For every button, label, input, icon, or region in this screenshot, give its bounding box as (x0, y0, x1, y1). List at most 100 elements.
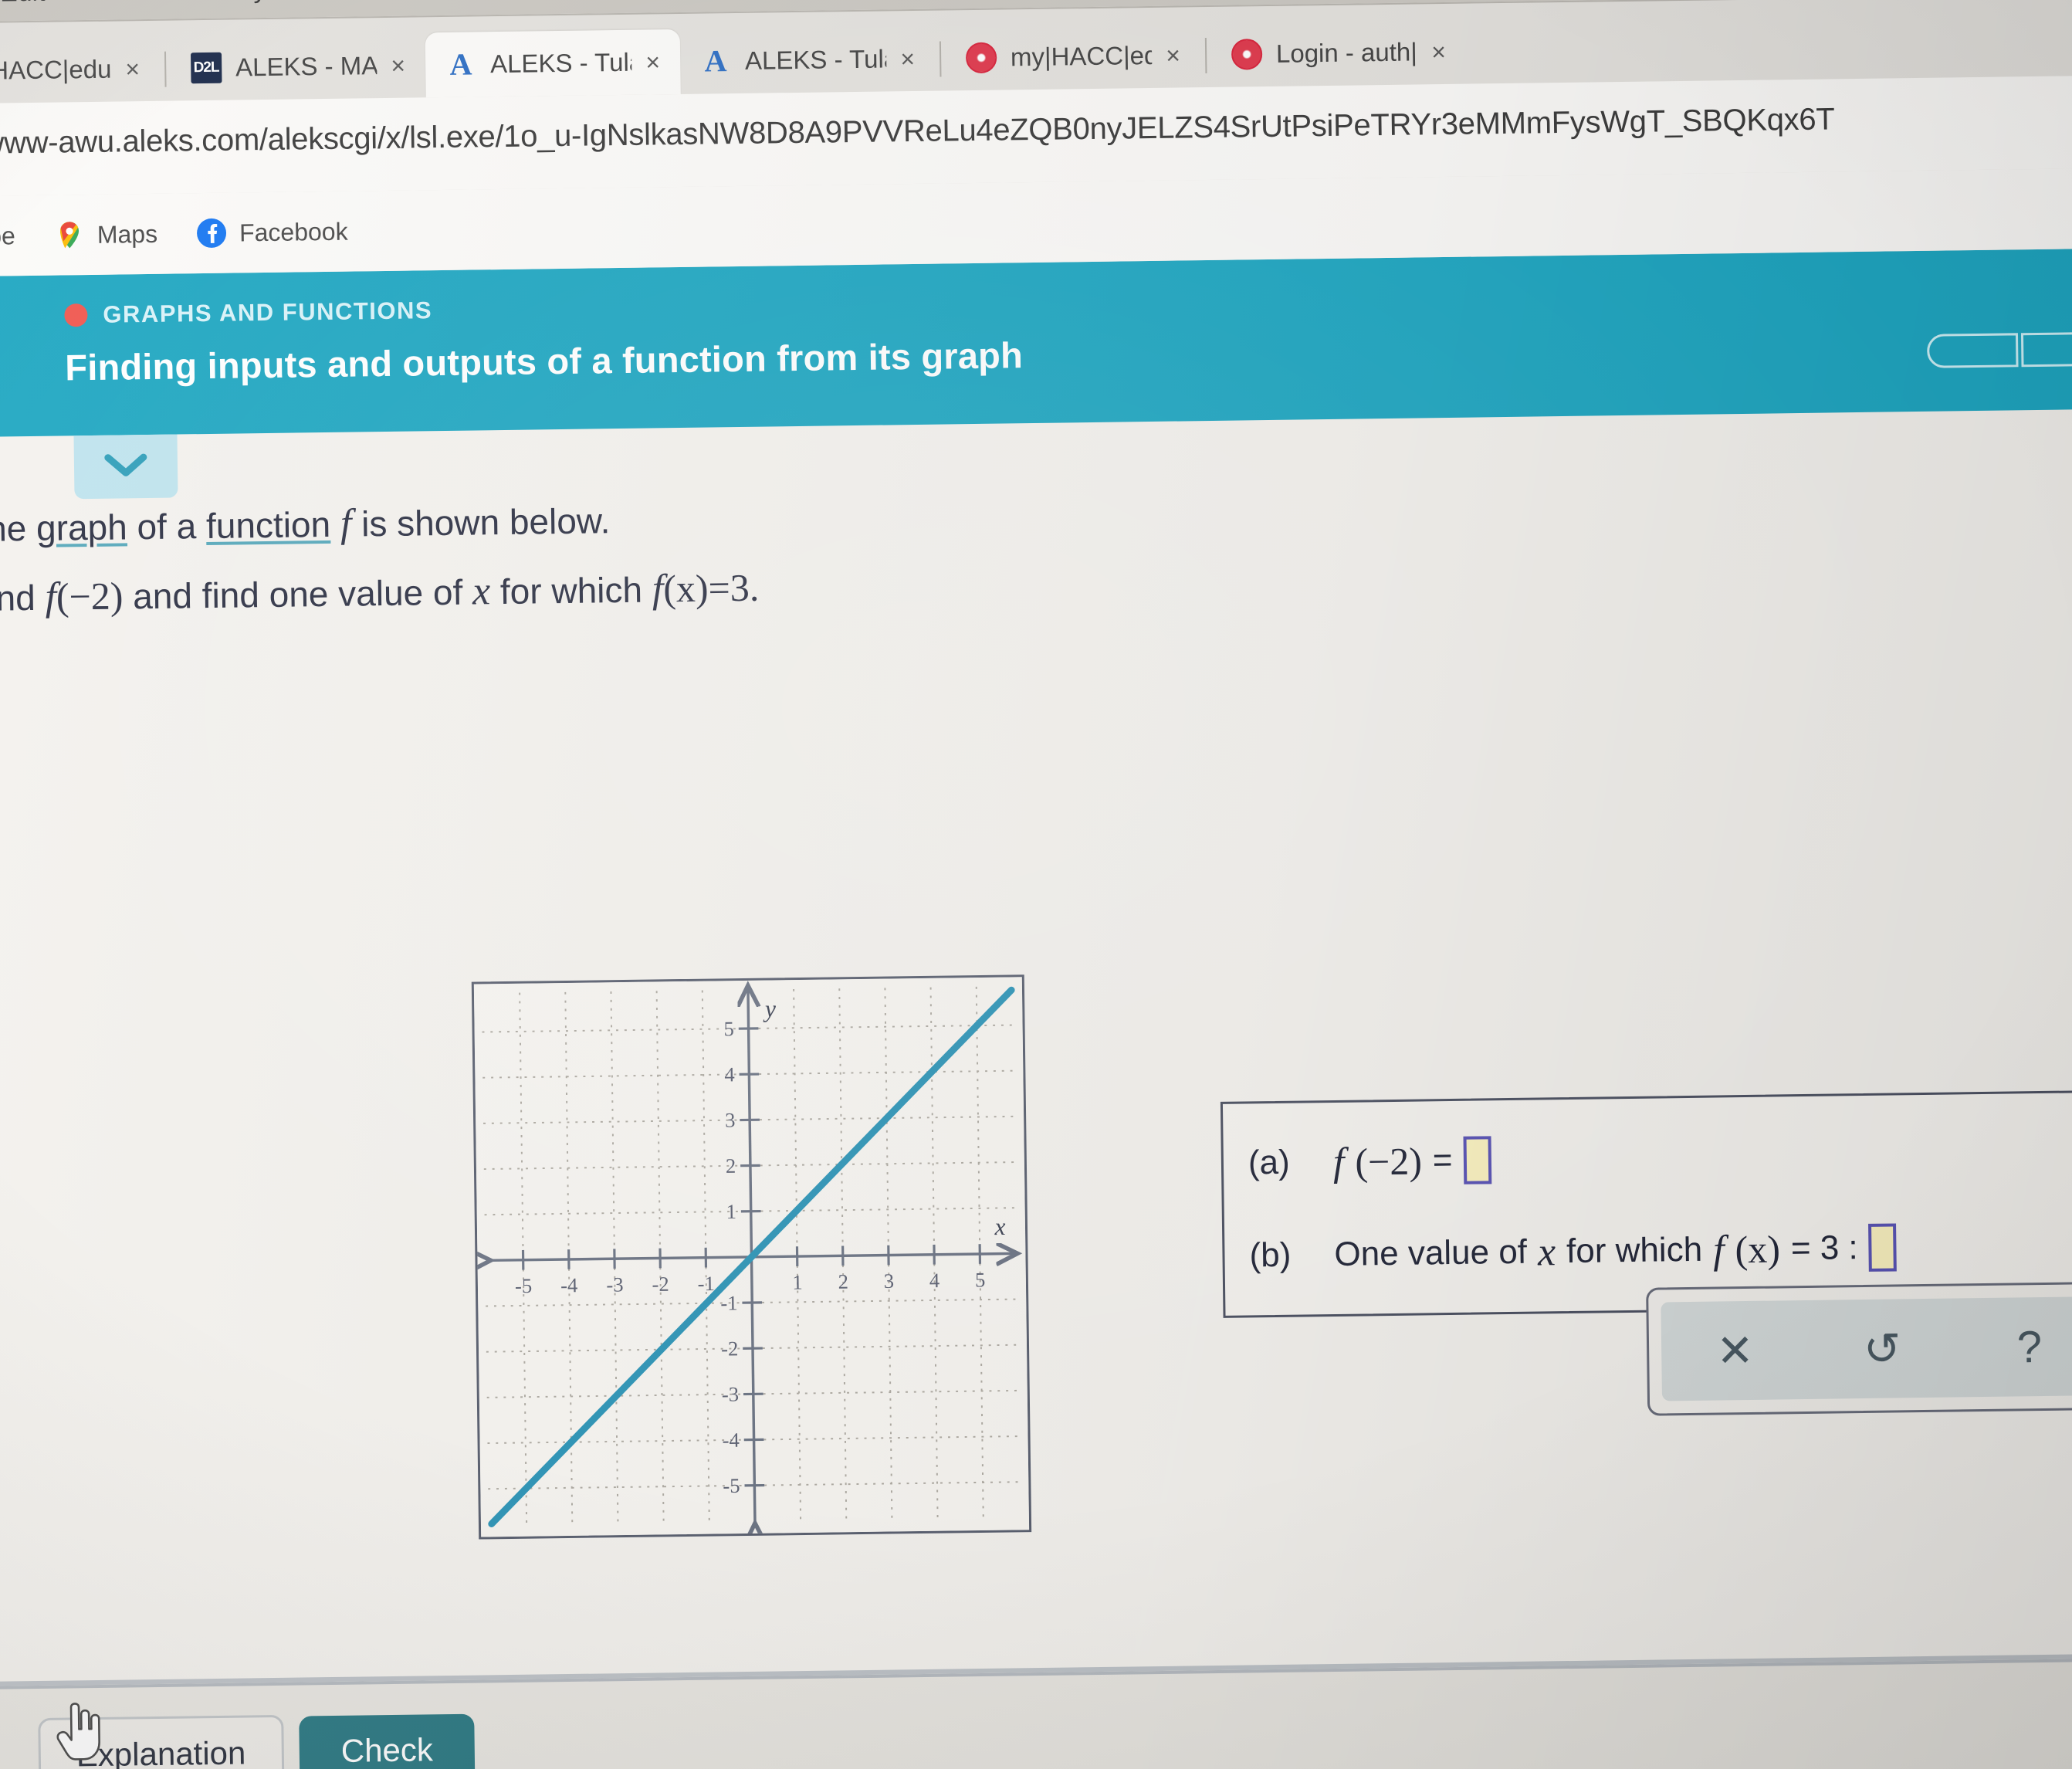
url-text[interactable]: www-awu.aleks.com/alekscgi/x/lsl.exe/1o_… (0, 102, 1835, 161)
menu-item-profiles[interactable]: Profiles (481, 0, 569, 2)
answer-input-a[interactable] (1463, 1136, 1491, 1184)
answer-toolbar-inner: ✕ ↺ ? (1661, 1296, 2072, 1401)
menu-item-bookmarks[interactable]: Bookmarks (308, 0, 440, 4)
bookmark-youtube[interactable]: Tube (0, 222, 15, 251)
svg-text:-1: -1 (697, 1272, 715, 1295)
tab-divider (164, 51, 167, 87)
svg-text:-5: -5 (515, 1274, 533, 1297)
aleks-a-icon: A (704, 43, 727, 79)
progress-indicator (1926, 331, 2072, 368)
tab-aleks-tulasa-2[interactable]: A ALEKS - Tulasa × (679, 26, 935, 94)
bookmark-label: Tube (0, 221, 16, 250)
menu-item-edit[interactable]: Edit (0, 0, 46, 8)
svg-text:1: 1 (726, 1200, 736, 1223)
facebook-icon (196, 218, 228, 249)
q-text-a: The (0, 508, 27, 550)
q2-arg: (−2) (56, 574, 124, 618)
q2-symbol-f2: f (652, 567, 664, 612)
progress-segment (2020, 331, 2072, 368)
tab-title: ALEKS - Tulasa (744, 44, 887, 75)
aleks-page: GRAPHS AND FUNCTIONS Finding inputs and … (0, 248, 2072, 1769)
close-icon[interactable]: × (1431, 37, 1446, 66)
b-symbol-f: f (1712, 1227, 1725, 1273)
close-icon[interactable]: × (645, 48, 660, 76)
menu-item-view[interactable]: View (86, 0, 144, 7)
q-symbol-f: f (340, 501, 352, 546)
b-fx: (x) (1735, 1227, 1781, 1272)
status-dot-icon (64, 303, 88, 327)
close-icon[interactable]: × (391, 51, 405, 80)
function-link[interactable]: function (206, 504, 331, 546)
q2-fx: (x) (662, 566, 709, 611)
svg-text:5: 5 (723, 1017, 734, 1040)
browser-window: Edit View History Bookmarks Profiles Tab… (0, 0, 2072, 1769)
a-symbol-f: f (1332, 1140, 1345, 1184)
clear-icon[interactable]: ✕ (1661, 1323, 1810, 1378)
svg-text:2: 2 (726, 1154, 736, 1178)
q-text-b: of a (127, 506, 207, 547)
explanation-button[interactable]: Explanation (38, 1714, 284, 1769)
svg-text:-3: -3 (722, 1383, 740, 1406)
svg-text:-4: -4 (722, 1428, 740, 1452)
a-equals: = (1432, 1140, 1453, 1180)
svg-text:-1: -1 (720, 1291, 738, 1314)
tab-my-hacc-edu[interactable]: my|HACC|edu × (945, 22, 1200, 90)
bookmark-label: Maps (96, 219, 158, 249)
help-icon[interactable]: ? (1955, 1320, 2072, 1373)
b-symbol-x: x (1537, 1229, 1556, 1275)
svg-text:2: 2 (838, 1270, 848, 1293)
progress-segment (1926, 333, 2019, 368)
tab-title: my|HACC|edu (1010, 40, 1153, 72)
tab-title: HACC|edu (0, 54, 112, 85)
chevron-down-icon (102, 449, 151, 484)
close-icon[interactable]: × (125, 55, 140, 83)
topic-row: GRAPHS AND FUNCTIONS (64, 275, 2072, 330)
b-text-b: for which (1566, 1230, 1703, 1271)
bookmark-maps[interactable]: Maps (54, 219, 158, 251)
question-line-1: The graph of a function f is shown below… (0, 485, 1278, 556)
x-axis-label: x (994, 1213, 1005, 1240)
q2-text-c: for which (489, 569, 653, 612)
close-icon[interactable]: × (1166, 41, 1180, 69)
svg-text:-2: -2 (721, 1337, 739, 1360)
svg-text:4: 4 (724, 1062, 735, 1086)
answer-row-a: (a) f (−2) = (1224, 1127, 2072, 1187)
tab-divider (1204, 38, 1207, 74)
graph-link[interactable]: graph (36, 507, 127, 548)
tab-divider (939, 41, 942, 77)
a-arg: (−2) (1355, 1139, 1423, 1184)
aleks-a-icon: A (449, 46, 472, 82)
tab-title: Login - auth|HA (1275, 37, 1418, 68)
q-text-c: is shown below. (351, 500, 611, 544)
svg-text:3: 3 (884, 1269, 895, 1293)
tab-aleks-tulasa-active[interactable]: A ALEKS - Tulasa × (425, 29, 681, 98)
tab-aleks-math[interactable]: D2L ALEKS - MATH × (171, 32, 426, 100)
tab-login-auth-hacc[interactable]: Login - auth|HA × (1210, 19, 1466, 87)
svg-text:-2: -2 (652, 1273, 669, 1296)
svg-text:4: 4 (929, 1269, 940, 1292)
menu-item-history[interactable]: History (185, 0, 266, 5)
undo-icon[interactable]: ↺ (1808, 1321, 1956, 1375)
os-menu-items: Edit View History Bookmarks Profiles Tab… (0, 0, 884, 8)
hacc-icon (1231, 39, 1263, 70)
answer-input-b[interactable] (1868, 1223, 1898, 1272)
collapse-panel-toggle[interactable] (73, 434, 178, 500)
q2-eq: =3. (708, 565, 760, 610)
aleks-header: GRAPHS AND FUNCTIONS Finding inputs and … (0, 248, 2072, 437)
bookmark-facebook[interactable]: Facebook (196, 216, 348, 249)
answer-toolbar: ✕ ↺ ? (1646, 1281, 2072, 1416)
tab-hacc-edu[interactable]: HACC|edu × (0, 36, 161, 103)
topic-label: GRAPHS AND FUNCTIONS (103, 297, 433, 328)
answer-label-a: (a) (1248, 1143, 1291, 1182)
screen-photo: Edit View History Bookmarks Profiles Tab… (0, 0, 2072, 1769)
footer-bar: Explanation Check (0, 1658, 2072, 1769)
answer-label-b: (b) (1249, 1235, 1292, 1275)
close-icon[interactable]: × (900, 44, 915, 73)
svg-text:1: 1 (792, 1270, 803, 1293)
browser-chrome: HACC|edu × D2L ALEKS - MATH × A ALEKS - … (0, 0, 2072, 276)
answer-expression-a: f (−2) = (1333, 1136, 1491, 1186)
answer-expression-b: One value of x for which f (x) = 3 : (1334, 1223, 1898, 1279)
y-axis-label: y (763, 995, 777, 1022)
question-text: The graph of a function f is shown below… (0, 485, 1279, 626)
check-button[interactable]: Check (299, 1713, 476, 1769)
